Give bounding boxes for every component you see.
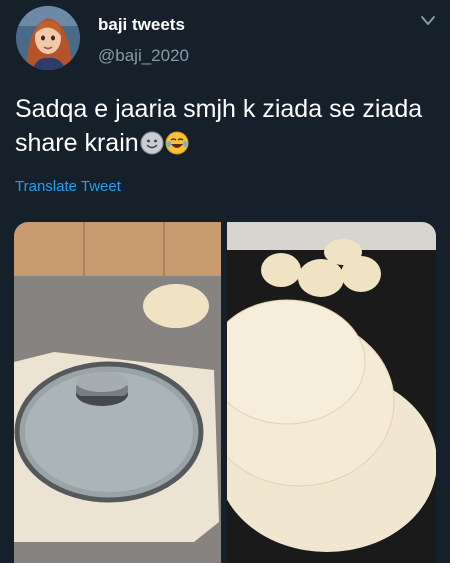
tweet-text: Sadqa e jaaria smjh k ziada se ziada sha… [15, 92, 435, 160]
photo-rolled-dough-circles[interactable] [203, 222, 436, 563]
user-handle[interactable]: @baji_2020 [98, 46, 189, 66]
tweet-header: baji tweets @baji_2020 [0, 0, 450, 80]
slightly-smiling-face-icon [140, 130, 164, 155]
photo-dough-and-pot-lid[interactable] [14, 222, 221, 563]
laughing-tears-face-icon [165, 130, 189, 155]
chevron-down-icon[interactable] [418, 14, 438, 28]
translate-tweet-link[interactable]: Translate Tweet [15, 178, 121, 195]
tweet-media[interactable] [14, 222, 436, 563]
profile-avatar[interactable] [16, 6, 80, 70]
tweet-body: Sadqa e jaaria smjh k ziada se ziada sha… [15, 95, 423, 157]
display-name[interactable]: baji tweets [98, 15, 185, 35]
